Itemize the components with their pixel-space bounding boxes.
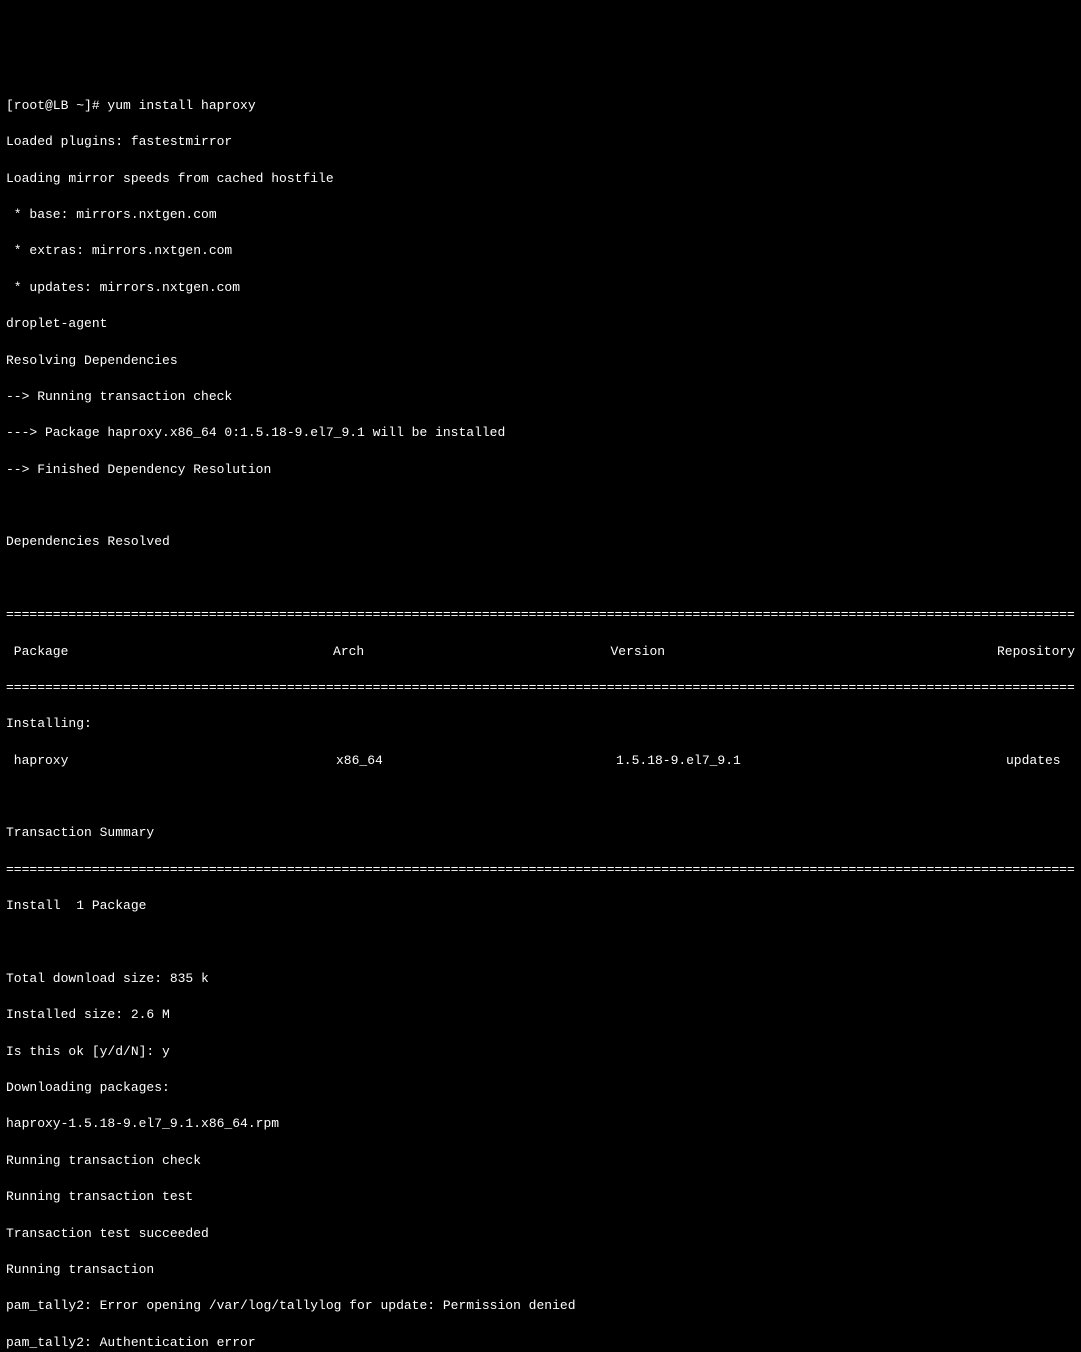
output-line: Transaction test succeeded	[6, 1225, 1075, 1243]
table-header: PackageArchVersionRepository	[6, 643, 1075, 661]
mirror-line: * base: mirrors.nxtgen.com	[6, 206, 1075, 224]
cell-repo: updates	[1006, 752, 1075, 770]
blank-line	[6, 497, 1075, 515]
output-line: droplet-agent	[6, 315, 1075, 333]
command-line: [root@LB ~]# yum install haproxy	[6, 97, 1075, 115]
cell-version: 1.5.18-9.el7_9.1	[616, 752, 1006, 770]
divider-line: ========================================…	[6, 606, 1075, 624]
output-line: ---> Package haproxy.x86_64 0:1.5.18-9.e…	[6, 424, 1075, 442]
output-line: --> Finished Dependency Resolution	[6, 461, 1075, 479]
output-line: Running transaction check	[6, 1152, 1075, 1170]
header-package: Package	[6, 643, 333, 661]
cell-arch: x86_64	[336, 752, 616, 770]
output-line: --> Running transaction check	[6, 388, 1075, 406]
error-line: pam_tally2: Error opening /var/log/tally…	[6, 1297, 1075, 1315]
terminal-output[interactable]: [root@LB ~]# yum install haproxy Loaded …	[6, 79, 1075, 1352]
command-text: yum install haproxy	[107, 98, 255, 113]
output-line: haproxy-1.5.18-9.el7_9.1.x86_64.rpm	[6, 1115, 1075, 1133]
summary-title: Transaction Summary	[6, 824, 1075, 842]
header-repo: Repository	[997, 643, 1075, 661]
blank-line	[6, 934, 1075, 952]
mirror-line: * updates: mirrors.nxtgen.com	[6, 279, 1075, 297]
output-line: Installed size: 2.6 M	[6, 1006, 1075, 1024]
output-line: Running transaction	[6, 1261, 1075, 1279]
mirror-line: * extras: mirrors.nxtgen.com	[6, 242, 1075, 260]
cell-package: haproxy	[6, 752, 336, 770]
output-line: Running transaction test	[6, 1188, 1075, 1206]
blank-line	[6, 788, 1075, 806]
output-line: Total download size: 835 k	[6, 970, 1075, 988]
table-row: haproxyx86_641.5.18-9.el7_9.1updates	[6, 752, 1075, 770]
divider-line: ========================================…	[6, 861, 1075, 879]
output-line: Loading mirror speeds from cached hostfi…	[6, 170, 1075, 188]
header-arch: Arch	[333, 643, 610, 661]
divider-line: ========================================…	[6, 679, 1075, 697]
blank-line	[6, 570, 1075, 588]
installing-label: Installing:	[6, 715, 1075, 733]
header-version: Version	[611, 643, 997, 661]
output-line: Resolving Dependencies	[6, 352, 1075, 370]
output-line: Loaded plugins: fastestmirror	[6, 133, 1075, 151]
output-line: Downloading packages:	[6, 1079, 1075, 1097]
output-line: Install 1 Package	[6, 897, 1075, 915]
shell-prompt: [root@LB ~]#	[6, 98, 107, 113]
confirm-prompt: Is this ok [y/d/N]: y	[6, 1043, 1075, 1061]
output-line: Dependencies Resolved	[6, 533, 1075, 551]
error-line: pam_tally2: Authentication error	[6, 1334, 1075, 1352]
